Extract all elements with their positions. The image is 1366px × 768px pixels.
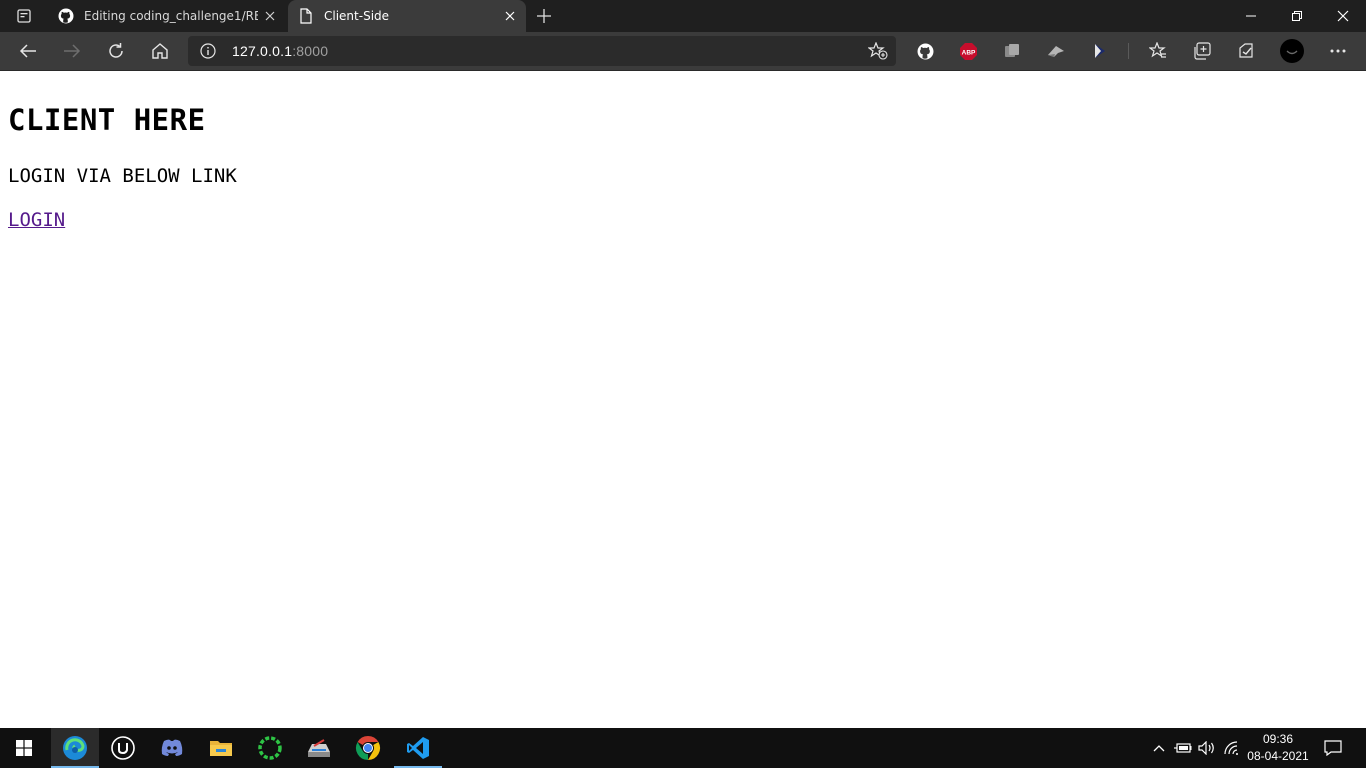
chevron-up-icon [1153, 745, 1165, 752]
collections-icon [1194, 42, 1211, 60]
vscode-icon [407, 737, 429, 759]
profile-button[interactable] [1280, 39, 1304, 63]
extension-icon [1095, 44, 1105, 58]
extension-icon [1005, 44, 1019, 57]
browser-toolbar: 127.0.0.1:8000 ABP [0, 32, 1366, 71]
url-port: :8000 [292, 43, 329, 59]
volume-icon [1198, 741, 1214, 755]
close-icon [1337, 10, 1349, 22]
start-button[interactable] [0, 728, 48, 768]
github-icon [917, 43, 933, 59]
add-favorite-icon[interactable] [868, 42, 888, 60]
battery-icon [1174, 743, 1192, 753]
tab-strip: Editing coding_challenge1/READ Client-Si… [0, 0, 1366, 32]
address-bar[interactable]: 127.0.0.1:8000 [188, 36, 896, 66]
clock-date: 08-04-2021 [1247, 749, 1309, 763]
address-text[interactable]: 127.0.0.1:8000 [232, 43, 328, 59]
green-circle-icon [258, 736, 282, 760]
extension-icon [1048, 46, 1064, 57]
extension-button[interactable] [1002, 41, 1022, 61]
back-button[interactable] [13, 37, 43, 65]
taskbar-discord[interactable] [148, 728, 196, 768]
arrow-right-icon [64, 44, 81, 58]
taskbar-vscode[interactable] [394, 728, 442, 768]
system-clock[interactable]: 09:36 08-04-2021 [1244, 731, 1312, 765]
network-button[interactable] [1220, 728, 1242, 768]
github-icon [58, 8, 74, 24]
restore-icon [1292, 11, 1302, 21]
refresh-icon [109, 43, 123, 58]
minimize-icon [1246, 15, 1256, 17]
tab-actions-icon [17, 9, 31, 23]
tab-client-side[interactable]: Client-Side [288, 0, 526, 32]
clock-time: 09:36 [1262, 732, 1294, 746]
wifi-icon [1224, 741, 1238, 755]
login-link[interactable]: LOGIN [8, 208, 65, 232]
settings-more-button[interactable] [1328, 41, 1348, 61]
minimize-button[interactable] [1228, 0, 1274, 32]
tab-title: Editing coding_challenge1/READ [84, 9, 258, 23]
adblock-plus-button[interactable]: ABP [958, 41, 978, 61]
close-icon [265, 11, 275, 21]
taskbar-unreal-engine[interactable] [99, 728, 147, 768]
close-window-button[interactable] [1320, 0, 1366, 32]
more-icon [1330, 49, 1346, 53]
close-icon [505, 11, 515, 21]
web-page-content: CLIENT HERE LOGIN VIA BELOW LINK LOGIN [0, 71, 1366, 728]
home-icon [152, 43, 168, 59]
show-hidden-icons-button[interactable] [1150, 728, 1168, 768]
refresh-button[interactable] [101, 37, 131, 65]
github-extension-button[interactable] [915, 41, 935, 61]
avatar-icon [1280, 39, 1304, 63]
document-icon [298, 8, 314, 24]
windows-taskbar: 09:36 08-04-2021 [0, 728, 1366, 768]
windows-logo-icon [16, 740, 32, 756]
chrome-icon [355, 736, 381, 760]
edge-icon [63, 736, 87, 760]
feedback-button[interactable] [1236, 41, 1256, 61]
abp-label: ABP [961, 49, 975, 56]
favorites-button[interactable] [1148, 41, 1168, 61]
collections-button[interactable] [1192, 41, 1212, 61]
url-host: 127.0.0.1 [232, 43, 293, 59]
new-tab-button[interactable] [532, 4, 556, 28]
restore-button[interactable] [1274, 0, 1320, 32]
taskbar-scanner-app[interactable] [295, 728, 343, 768]
action-center-button[interactable] [1320, 728, 1346, 768]
notification-icon [1324, 740, 1342, 756]
taskbar-chrome[interactable] [344, 728, 392, 768]
battery-button[interactable] [1172, 728, 1194, 768]
forward-button[interactable] [57, 37, 87, 65]
tab-github-editing[interactable]: Editing coding_challenge1/READ [48, 0, 286, 32]
tab-title: Client-Side [324, 9, 390, 23]
extension-button[interactable] [1046, 41, 1066, 61]
feedback-icon [1239, 43, 1253, 58]
unreal-engine-icon [111, 736, 135, 760]
discord-icon [161, 739, 183, 756]
info-icon[interactable] [200, 43, 216, 59]
volume-button[interactable] [1196, 728, 1218, 768]
extension-button[interactable] [1090, 41, 1110, 61]
tab-actions-button[interactable] [8, 6, 40, 26]
close-tab-button[interactable] [262, 8, 278, 24]
favorites-icon [1149, 42, 1166, 58]
toolbar-separator [1128, 43, 1129, 59]
taskbar-edge[interactable] [51, 728, 99, 768]
file-explorer-icon [210, 741, 232, 756]
arrow-left-icon [19, 44, 36, 58]
page-heading: CLIENT HERE [8, 103, 206, 137]
taskbar-file-explorer[interactable] [197, 728, 245, 768]
scanner-icon [308, 739, 330, 757]
adblock-plus-icon: ABP [959, 42, 977, 60]
home-button[interactable] [145, 37, 175, 65]
login-instruction: LOGIN VIA BELOW LINK [8, 165, 237, 187]
taskbar-green-app[interactable] [246, 728, 294, 768]
close-tab-button[interactable] [502, 8, 518, 24]
plus-icon [537, 9, 551, 23]
